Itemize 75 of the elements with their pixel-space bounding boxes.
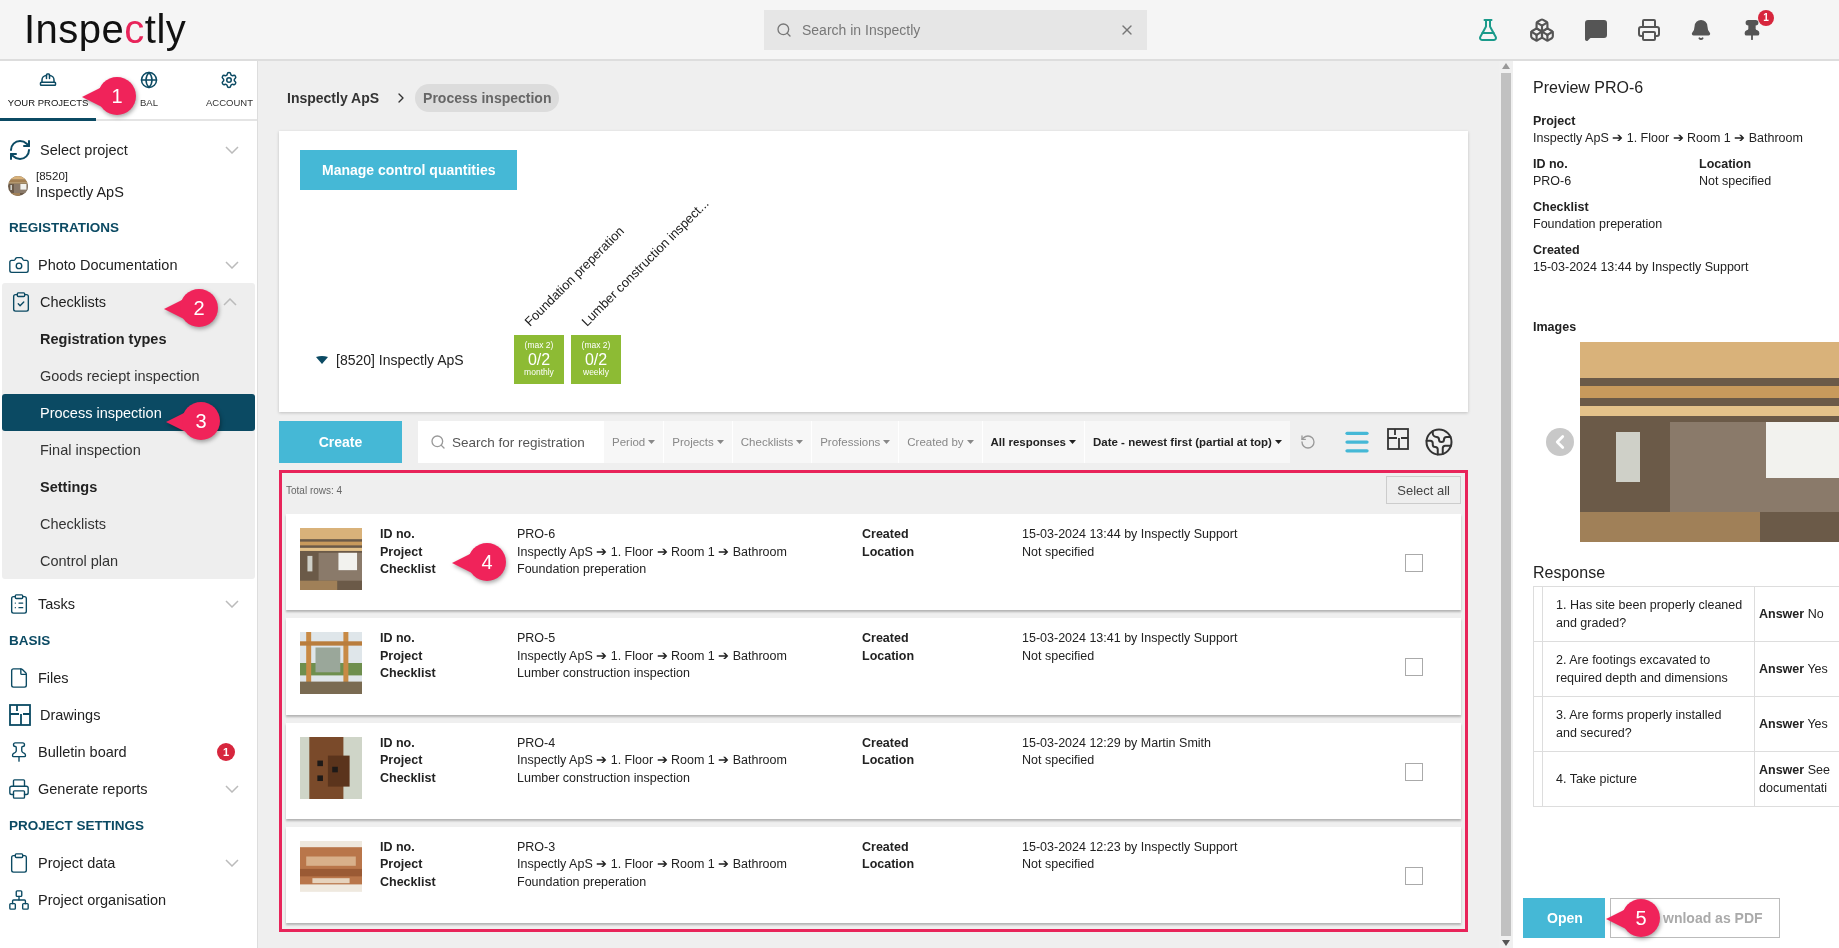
field-label: Project — [380, 647, 423, 665]
field-value: 15-03-2024 12:29 by Martin Smith — [1022, 734, 1211, 752]
project-code: [8520] — [36, 170, 69, 184]
field-label: ID no. — [380, 526, 415, 543]
notification-badge: 1 — [1758, 9, 1774, 26]
field-label: ID no. — [380, 838, 415, 856]
field-label: Location — [862, 856, 915, 874]
field-value: Inspectly ApS ➔ 1. Floor ➔ Room 1 ➔ Bathroom — [517, 647, 787, 665]
field-label: Project — [380, 543, 423, 561]
row-count: Total rows: 4 — [286, 484, 343, 496]
field-label: Project — [380, 752, 423, 769]
field-label: Checklist — [380, 561, 436, 578]
field-value: Foundation preperation — [517, 561, 647, 578]
field-label: Checklist — [380, 769, 436, 787]
field-value: Foundation preperation — [1533, 216, 1664, 233]
field-value: Not specified — [1022, 752, 1095, 769]
field-label: Location — [862, 647, 915, 665]
field-label: Checklist — [1533, 199, 1590, 216]
field-value: Not specified — [1022, 543, 1095, 561]
field-value: 15-03-2024 13:44 by Inspectly Support — [1533, 259, 1750, 276]
quantity-tile: (max 2) 0/2 monthly — [514, 335, 564, 384]
field-value: Not specified — [1022, 856, 1095, 874]
section-heading: PROJECT SETTINGS — [8, 817, 146, 836]
subsection-heading: Registration types — [39, 329, 168, 349]
project-name: Inspectly ApS — [36, 183, 124, 202]
question-cell: 4. Take picture — [1542, 751, 1755, 807]
field-label: Checklist — [380, 873, 436, 891]
field-label: Location — [1699, 156, 1753, 173]
step-tooltip: 3 — [166, 402, 220, 440]
field-label: Created — [862, 630, 909, 648]
field-value: Lumber construction inspection — [517, 665, 690, 683]
field-value: PRO-6 — [517, 526, 556, 543]
step-tooltip: 4 — [452, 543, 506, 581]
field-label: Created — [862, 838, 909, 856]
field-label: Created — [1533, 242, 1581, 259]
field-label: Location — [862, 752, 915, 769]
preview-title: Preview PRO-6 — [1533, 79, 1645, 97]
step-tooltip: 2 — [164, 289, 218, 327]
field-label: Project — [380, 856, 423, 874]
field-value: Foundation preperation — [517, 873, 647, 891]
section-heading: BASIS — [8, 632, 52, 651]
field-label: Project — [1533, 113, 1577, 130]
question-cell: 3. Are forms properly installed and secured? — [1542, 696, 1755, 752]
question-cell: 1. Has site been properly cleaned and graded? — [1542, 586, 1755, 642]
field-value: Inspectly ApS ➔ 1. Floor ➔ Room 1 ➔ Bathroom — [1533, 130, 1804, 147]
field-value: Inspectly ApS ➔ 1. Floor ➔ Room 1 ➔ Bathroom — [517, 856, 787, 874]
field-label: ID no. — [1533, 156, 1569, 173]
field-label: Created — [862, 734, 909, 752]
field-value: PRO-3 — [517, 838, 556, 856]
field-label: Checklist — [380, 665, 436, 683]
field-value: 15-03-2024 13:41 by Inspectly Support — [1022, 630, 1238, 648]
question-cell: 2. Are footings excavated to required depth and dimensions — [1542, 641, 1755, 697]
field-value: 15-03-2024 12:23 by Inspectly Support — [1022, 838, 1238, 856]
quantity-tile: (max 2) 0/2 weekly — [571, 335, 621, 384]
section-heading: REGISTRATIONS — [8, 219, 120, 238]
field-value: Inspectly ApS ➔ 1. Floor ➔ Room 1 ➔ Bathroom — [517, 543, 787, 561]
field-value: PRO-6 — [1533, 173, 1573, 190]
field-value: Lumber construction inspection — [517, 769, 690, 787]
field-label: ID no. — [380, 734, 415, 752]
field-label: Location — [862, 543, 915, 561]
field-value: 15-03-2024 13:44 by Inspectly Support — [1022, 526, 1238, 543]
field-value: PRO-5 — [517, 630, 556, 648]
field-value: Not specified — [1699, 173, 1773, 190]
field-label: ID no. — [380, 630, 415, 648]
answer-cell: Answer No — [1754, 586, 1839, 642]
count-badge: 1 — [217, 742, 235, 761]
images-label: Images — [1533, 319, 1578, 336]
logo: Inspectly — [24, 7, 188, 52]
field-label: Created — [862, 526, 909, 543]
step-tooltip: 5 — [1606, 899, 1660, 937]
field-value: Not specified — [1022, 647, 1095, 665]
subsection-heading: Settings — [39, 477, 99, 497]
response-heading: Response — [1533, 564, 1607, 582]
field-value: PRO-4 — [517, 734, 556, 752]
field-value: Inspectly ApS ➔ 1. Floor ➔ Room 1 ➔ Bathroom — [517, 752, 787, 769]
